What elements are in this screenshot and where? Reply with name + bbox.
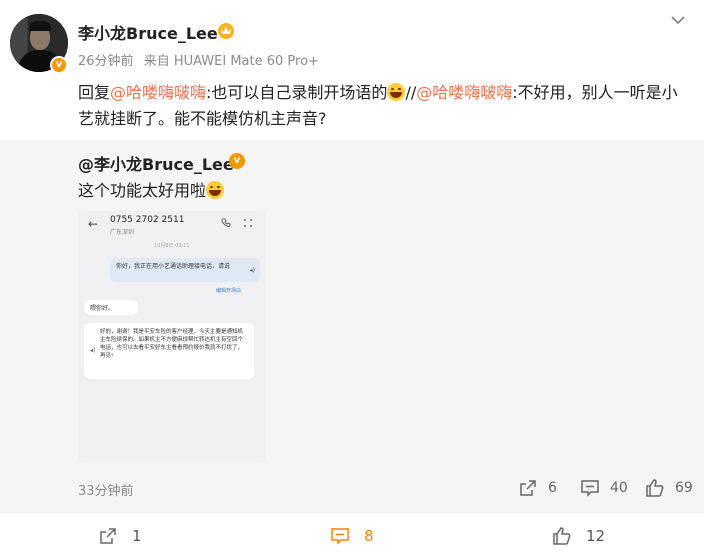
speaker-icon: ◂): [90, 347, 96, 354]
quoted-text: 这个功能太好用啦: [78, 177, 225, 201]
like-count: 12: [586, 527, 606, 545]
quoted-comment-count: 40: [610, 480, 628, 496]
comment-count: 8: [364, 527, 374, 545]
quoted-share-button[interactable]: 6: [518, 478, 557, 498]
mention-link[interactable]: @哈喽嗨啵嗨: [110, 83, 206, 102]
message-bubble-in: 喂你好。: [84, 300, 138, 315]
quoted-share-count: 6: [548, 480, 557, 496]
message-date: 10月8日 09:11: [154, 243, 190, 249]
thumbs-up-icon: [553, 527, 571, 545]
post-time: 26分钟前: [78, 54, 134, 69]
comment-icon: [331, 528, 349, 545]
post-text: 回复@哈喽嗨啵嗨:也可以自己录制开场语的//@哈喽嗨啵嗨:不好用，别人一听是小艺…: [78, 80, 690, 132]
separator: //: [405, 83, 417, 102]
message-bubble-in: ◂) 好的，谢谢！我是平安车险的客户经理，今天主要是通知机主车险续保的。如果机主…: [84, 323, 254, 379]
bubble-text: 喂你好。: [90, 305, 115, 312]
bubble-text: 你好，我正在用小艺通话助理接电话，请说: [116, 263, 231, 270]
reply-prefix: 回复: [78, 83, 111, 102]
back-arrow-icon: ←: [88, 217, 99, 231]
more-dots-icon: [244, 219, 252, 227]
post-meta: 26分钟前 来自 HUAWEI Mate 60 Pro+: [78, 50, 325, 69]
bubble-text: 好的，谢谢！我是平安车险的客户经理，今天主要是通知机主车险续保的。如果机主不方便…: [100, 329, 244, 359]
phone-location: 广东深圳: [110, 229, 135, 236]
verified-badge-icon: v: [229, 153, 245, 169]
quoted-time: 33分钟前: [78, 484, 134, 499]
share-icon: [520, 480, 536, 496]
speaker-icon: ◂): [249, 267, 255, 274]
phone-icon: [221, 218, 231, 227]
chevron-down-icon[interactable]: [668, 10, 688, 30]
quoted-like-button[interactable]: 69: [645, 478, 693, 498]
laugh-emoji-icon: [206, 181, 225, 199]
action-bar: 1 8 12: [0, 514, 704, 558]
message-bubble-out: 你好，我正在用小艺通话助理接电话，请说 ◂): [110, 258, 260, 282]
phone-number: 0755 2702 2511: [110, 215, 185, 225]
like-button[interactable]: 12: [552, 526, 605, 546]
post-source: 来自 HUAWEI Mate 60 Pro+: [143, 54, 319, 69]
comment-button[interactable]: 8: [330, 526, 374, 546]
quoted-username[interactable]: @李小龙Bruce_Lee: [78, 151, 234, 175]
username[interactable]: 李小龙Bruce_Lee: [78, 20, 218, 44]
quoted-text-content: 这个功能太好用啦: [78, 181, 207, 200]
edit-greeting-link: 编辑开场白: [216, 288, 242, 294]
quoted-post[interactable]: @李小龙Bruce_Lee v 这个功能太好用啦 ← 0755 2702 251…: [0, 140, 704, 513]
attached-image[interactable]: ← 0755 2702 2511 广东深圳 10月8日 09:11 你好，我正在…: [78, 211, 266, 463]
verified-badge-icon: v: [50, 56, 68, 74]
vip-crown-icon: [218, 23, 234, 39]
quoted-like-count: 69: [675, 480, 693, 496]
post-text-part: :也可以自己录制开场语的: [206, 83, 388, 102]
laugh-emoji-icon: [387, 83, 406, 101]
thumbs-up-icon: [646, 479, 664, 497]
share-icon: [100, 528, 116, 544]
repost-count: 1: [132, 527, 142, 545]
comment-icon: [581, 480, 599, 497]
quoted-comment-button[interactable]: 40: [580, 478, 628, 498]
weibo-comment-card: v 李小龙Bruce_Lee 26分钟前 来自 HUAWEI Mate 60 P…: [0, 0, 704, 558]
mention-link[interactable]: @哈喽嗨啵嗨: [416, 83, 512, 102]
repost-button[interactable]: 1: [98, 526, 142, 546]
